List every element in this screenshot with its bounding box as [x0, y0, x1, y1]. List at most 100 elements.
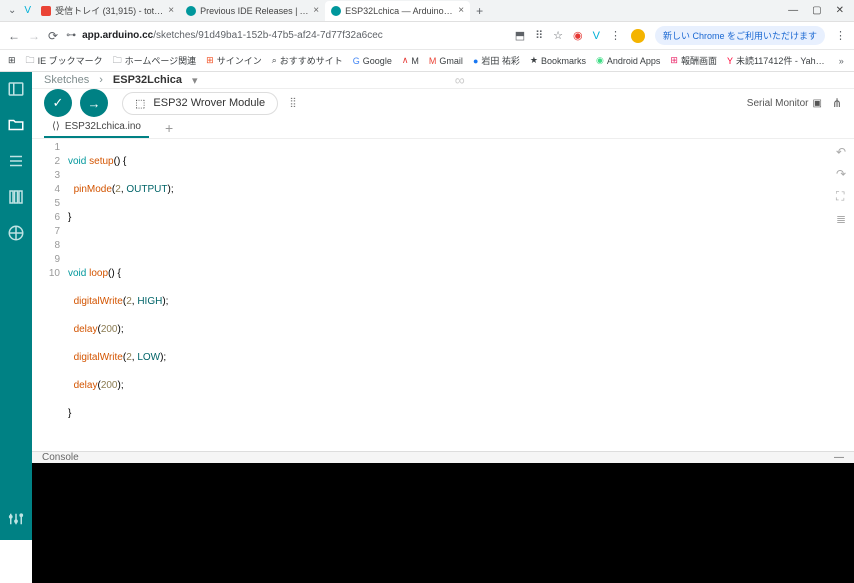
tab-title: Previous IDE Releases | Arduino [200, 6, 309, 16]
line-number: 5 [32, 197, 60, 211]
console-output [32, 463, 854, 583]
bookmarks-bar: ⊞ 🗀IE ブックマーク 🗀ホームページ関連 ⊞サインイン ⌕おすすめサイト G… [0, 50, 854, 72]
star-icon[interactable]: ☆ [553, 29, 563, 42]
outline-icon[interactable]: ≣ [836, 212, 846, 226]
list-icon[interactable] [7, 152, 25, 170]
options-icon[interactable]: ⦙⦙ [290, 95, 296, 111]
upload-button[interactable]: → [80, 89, 108, 117]
ext-icon[interactable]: ◉ [573, 29, 583, 42]
tab-title: 受信トレイ (31,915) - totty2007 [55, 4, 164, 17]
t: setup [89, 156, 113, 167]
chevron-down-icon[interactable]: ▾ [192, 74, 198, 87]
bookmark-label: Android Apps [607, 56, 661, 66]
avatar[interactable] [631, 29, 645, 43]
translate-icon[interactable]: ⠿ [535, 29, 543, 42]
undo-icon[interactable]: ↶ [836, 145, 846, 159]
close-button[interactable]: ✕ [836, 5, 844, 16]
t: ); [118, 380, 124, 391]
library-icon[interactable] [7, 188, 25, 206]
line-gutter: 1 2 3 4 5 6 7 8 9 10 [32, 139, 68, 451]
close-icon[interactable]: × [458, 5, 464, 16]
url-host: app.arduino.cc [82, 30, 153, 41]
board-selector[interactable]: ⬚ ESP32 Wrover Module [122, 92, 278, 115]
share-icon[interactable]: ⋔ [832, 96, 842, 110]
file-tab-label: ESP32Lchica.ino [65, 121, 141, 132]
reload-button[interactable]: ⟳ [48, 29, 58, 43]
bookmark-item[interactable]: ⊞報酬画面 [670, 54, 717, 67]
breadcrumb: Sketches › ESP32Lchica ▾ ∞ [32, 72, 854, 89]
serial-monitor-label: Serial Monitor [747, 98, 809, 109]
bookmark-item[interactable]: ◉Android Apps [596, 55, 660, 66]
dropdown-icon[interactable]: ⌄ [4, 5, 20, 16]
file-tab[interactable]: ⟨⟩ ESP32Lchica.ino [44, 117, 149, 138]
ms-icon: ⊞ [206, 55, 214, 66]
bookmark-label: Bookmarks [541, 56, 586, 66]
bookmark-label: ホームページ関連 [125, 54, 197, 67]
bookmark-item[interactable]: 🗀IE ブックマーク [26, 53, 103, 69]
close-icon[interactable]: × [168, 5, 174, 16]
code-editor[interactable]: 1 2 3 4 5 6 7 8 9 10 void setup() { pinM… [32, 139, 854, 451]
t: pinMode [74, 184, 112, 195]
t: } [68, 212, 71, 223]
browser-tab-arduino-cloud[interactable]: ESP32Lchica — Arduino Cloud × [325, 1, 470, 21]
t: void [68, 268, 86, 279]
back-button[interactable]: ← [8, 29, 20, 43]
minimize-icon[interactable]: — [834, 452, 844, 463]
bookmark-item[interactable]: GGoogle [353, 56, 392, 66]
line-number: 9 [32, 253, 60, 267]
fullscreen-icon[interactable]: ⛶ [836, 189, 846, 204]
bookmark-item[interactable]: ⊞サインイン [206, 54, 262, 67]
bookmark-item[interactable]: ●岩田 祐彩 [473, 54, 520, 67]
chrome-promo[interactable]: 新しい Chrome をご利用いただけます [655, 26, 825, 45]
browser-tab-arduino-releases[interactable]: Previous IDE Releases | Arduino × [180, 1, 325, 21]
maximize-button[interactable]: ▢ [812, 5, 821, 16]
t: ); [160, 352, 166, 363]
left-sidebar [0, 72, 32, 540]
bookmark-item[interactable]: ⌕おすすめサイト [272, 54, 343, 67]
panel-toggle-icon[interactable] [7, 80, 25, 98]
line-number: 6 [32, 211, 60, 225]
line-number: 8 [32, 239, 60, 253]
t: } [68, 408, 71, 419]
search-icon: ⌕ [272, 55, 277, 66]
console-header[interactable]: Console — [32, 451, 854, 463]
browser-tab-gmail[interactable]: 受信トレイ (31,915) - totty2007 × [35, 1, 180, 21]
site-info-icon[interactable]: ⊶ [66, 30, 76, 41]
bookmark-item[interactable]: ∧M [402, 55, 419, 66]
redo-icon[interactable]: ↷ [836, 167, 846, 181]
folder-icon[interactable] [7, 116, 25, 134]
url-field[interactable]: ⊶ app.arduino.cc/sketches/91d49ba1-152b-… [66, 30, 507, 41]
ext-icon[interactable]: V [593, 30, 600, 42]
new-tab-button[interactable]: + [470, 4, 489, 18]
t: 200 [101, 380, 118, 391]
code-content[interactable]: void setup() { pinMode(2, OUTPUT); } voi… [68, 139, 854, 451]
chip-icon: ⬚ [135, 97, 145, 110]
serial-monitor-button[interactable]: Serial Monitor ▣ [747, 98, 822, 109]
t: ); [118, 324, 124, 335]
v-icon[interactable]: V [20, 5, 35, 16]
bookmark-item[interactable]: ★Bookmarks [530, 55, 586, 66]
explore-icon[interactable] [7, 224, 25, 242]
add-tab-button[interactable]: + [155, 120, 183, 136]
bookmark-item[interactable]: Y未読117412件 - Yah… [727, 54, 825, 67]
overflow-icon[interactable]: » [839, 56, 844, 66]
install-icon[interactable]: ⬒ [515, 29, 525, 42]
menu-icon[interactable]: ⋮ [835, 29, 846, 42]
verify-button[interactable]: ✓ [44, 89, 72, 117]
forward-button[interactable]: → [28, 29, 40, 43]
ext-icon[interactable]: ⋮ [610, 29, 621, 42]
settings-icon[interactable] [7, 510, 25, 528]
code-icon: ⟨⟩ [52, 121, 60, 132]
monitor-icon: ▣ [812, 98, 821, 109]
close-icon[interactable]: × [313, 5, 319, 16]
minimize-button[interactable]: — [788, 5, 798, 16]
line-number: 1 [32, 141, 60, 155]
breadcrumb-current[interactable]: ESP32Lchica [113, 74, 182, 86]
breadcrumb-root[interactable]: Sketches [44, 74, 89, 86]
line-number: 10 [32, 267, 60, 281]
line-number: 7 [32, 225, 60, 239]
apps-icon[interactable]: ⊞ [8, 55, 16, 66]
bookmark-item[interactable]: MGmail [429, 56, 463, 66]
line-number: 3 [32, 169, 60, 183]
bookmark-item[interactable]: 🗀ホームページ関連 [113, 53, 197, 69]
